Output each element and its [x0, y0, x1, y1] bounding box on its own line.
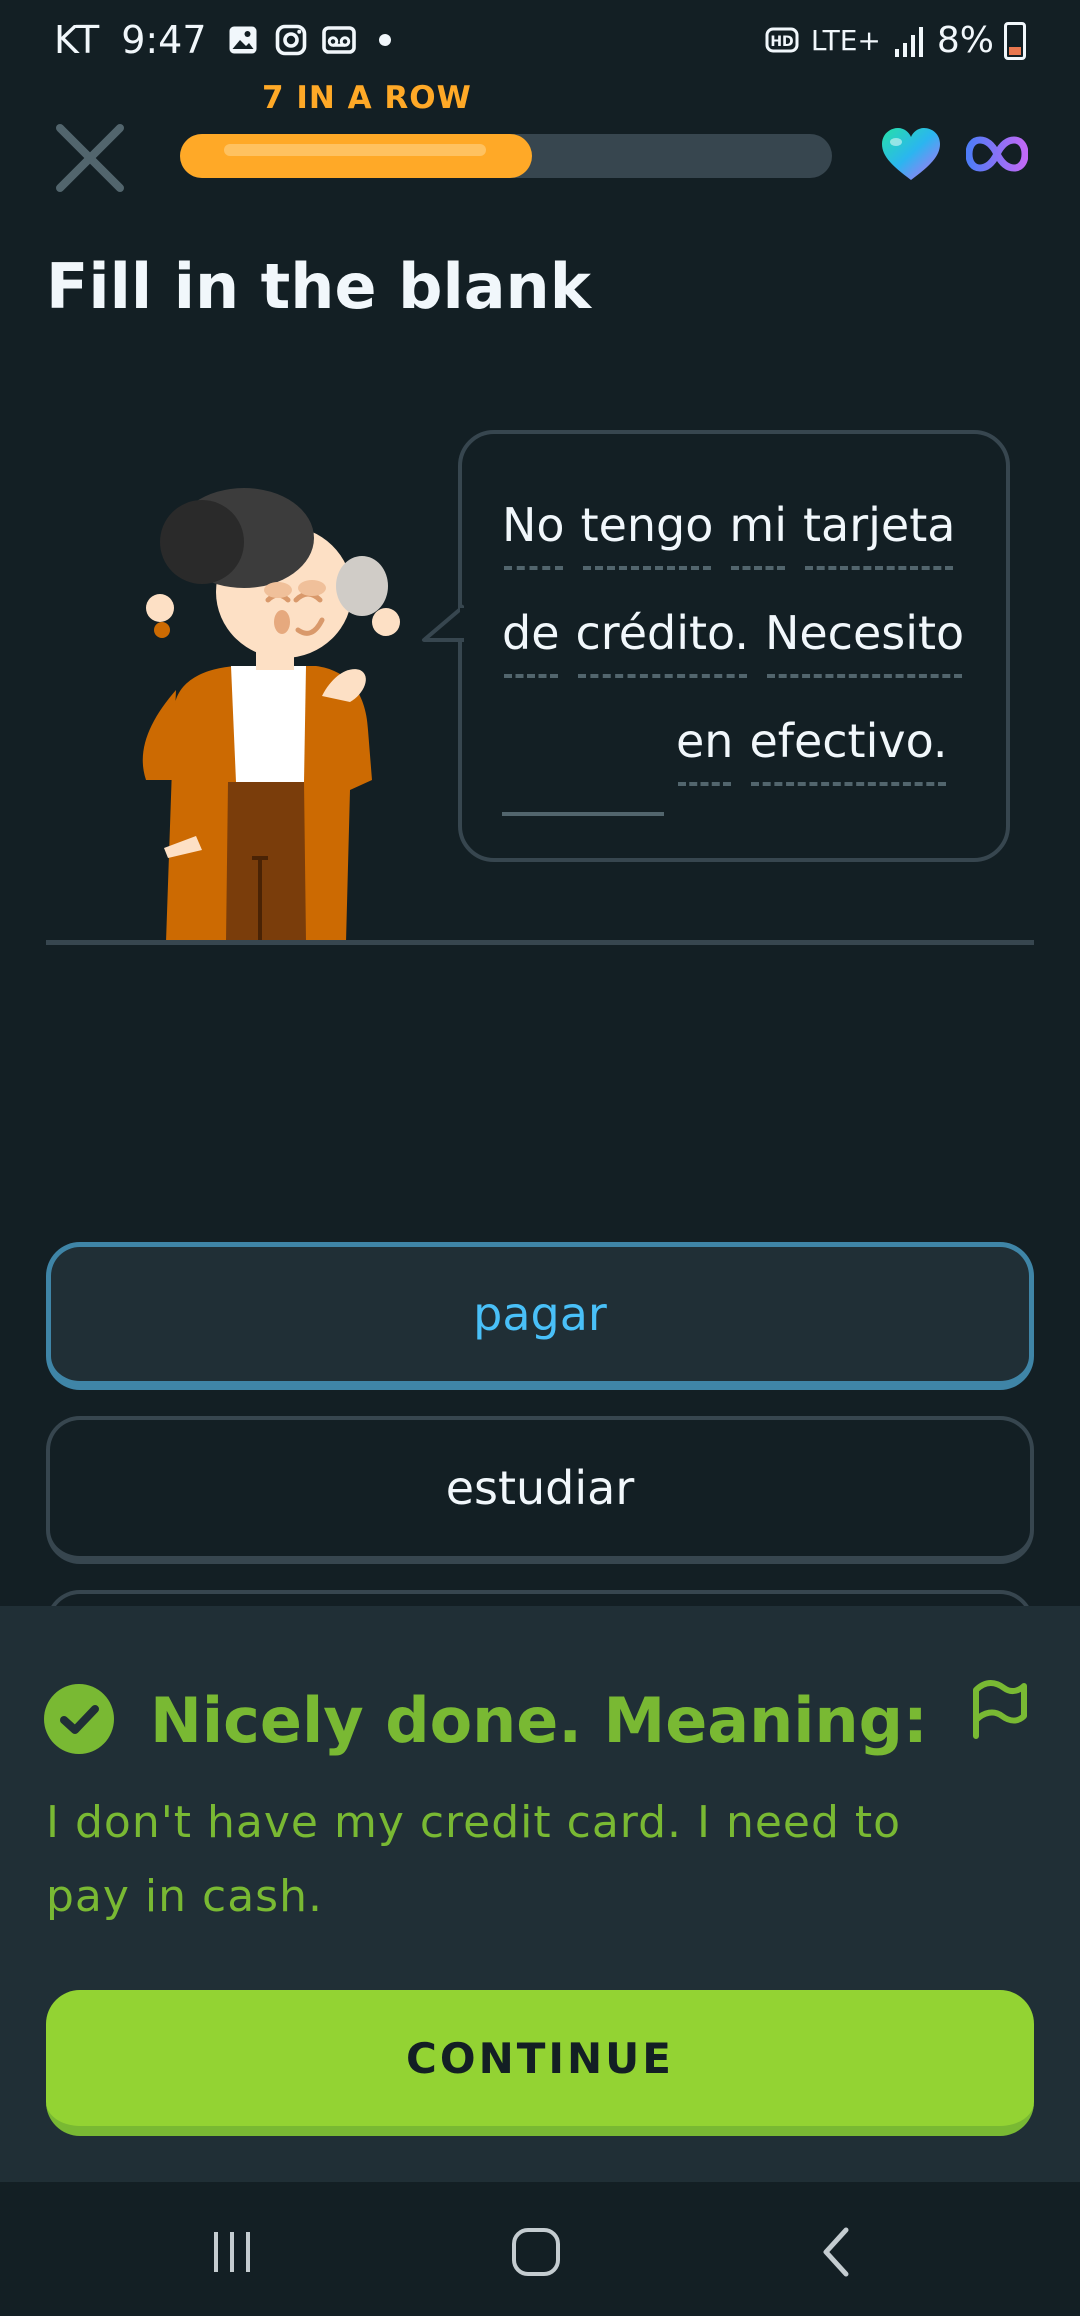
prompt-word[interactable]: en: [676, 714, 733, 786]
option-estudiar[interactable]: estudiar: [46, 1416, 1034, 1564]
recent-apps-icon[interactable]: [202, 2222, 262, 2282]
prompt-word[interactable]: Necesito: [765, 606, 964, 678]
challenge-title: Fill in the blank: [46, 250, 591, 323]
close-icon[interactable]: [50, 118, 130, 198]
android-nav-bar: [0, 2182, 1080, 2316]
character-illustration: [142, 488, 400, 942]
clock: 9:47: [121, 18, 207, 62]
status-right: HD LTE+ 8%: [755, 20, 1026, 61]
floor-line: [46, 940, 1034, 945]
heart-icon[interactable]: [880, 126, 942, 184]
instagram-icon: [275, 24, 306, 56]
prompt-line-2: de crédito. Necesito: [502, 606, 980, 678]
infinity-icon: [966, 136, 1028, 172]
feedback-meaning: I don't have my credit card. I need to p…: [46, 1797, 902, 1922]
check-circle-icon: [44, 1684, 114, 1754]
answer-blank: [502, 812, 664, 816]
streak-label: 7 IN A ROW: [262, 80, 472, 116]
continue-button[interactable]: CONTINUE: [46, 1990, 1034, 2136]
battery-percent: 8%: [936, 20, 994, 61]
prompt-word[interactable]: crédito.: [576, 606, 749, 678]
hd-voice-icon: HD: [765, 27, 799, 52]
progress-fill: [180, 134, 533, 178]
network-label: LTE+: [810, 24, 881, 57]
progress-shine: [224, 144, 487, 156]
prompt-word[interactable]: No: [502, 498, 565, 570]
option-label: pagar: [473, 1287, 607, 1341]
back-icon[interactable]: [808, 2222, 868, 2282]
dot-icon: [378, 34, 391, 46]
battery-icon: [1004, 21, 1026, 60]
prompt-line-3: en efectivo.: [676, 714, 964, 786]
continue-label: CONTINUE: [406, 2033, 674, 2083]
signal-icon: [894, 26, 923, 57]
voicemail-icon: [321, 26, 356, 54]
status-bar: KT 9:47 HD LTE+ 8%: [0, 0, 1080, 86]
carrier-label: KT: [54, 18, 100, 62]
report-flag-icon[interactable]: [970, 1676, 1030, 1740]
prompt-word[interactable]: de: [502, 606, 560, 678]
prompt-word[interactable]: mi: [729, 498, 787, 570]
gallery-icon: [229, 26, 257, 54]
prompt-word[interactable]: efectivo.: [749, 714, 948, 786]
home-icon[interactable]: [506, 2222, 566, 2282]
speech-bubble-tail: [422, 604, 464, 642]
svg-text:HD: HD: [770, 34, 793, 50]
prompt-word[interactable]: tarjeta: [803, 498, 955, 570]
option-label: estudiar: [445, 1461, 635, 1515]
prompt-word[interactable]: tengo: [581, 498, 713, 570]
status-left: KT 9:47: [54, 18, 391, 62]
option-pagar[interactable]: pagar: [46, 1242, 1034, 1390]
feedback-title: Nicely done. Meaning:: [150, 1684, 928, 1757]
lesson-progress-bar: [180, 134, 832, 178]
prompt-line-1: No tengo mi tarjeta: [502, 498, 971, 570]
